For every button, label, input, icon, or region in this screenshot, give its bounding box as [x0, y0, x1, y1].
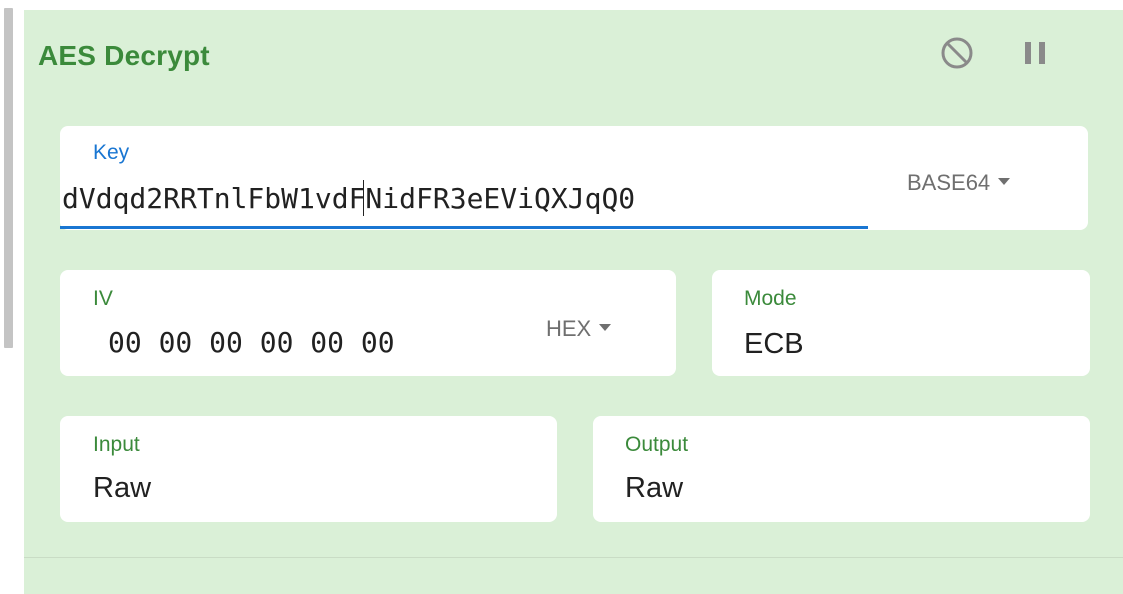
operation-divider: [24, 557, 1123, 558]
iv-format-label: HEX: [546, 316, 592, 341]
input-format-select[interactable]: Raw: [93, 472, 151, 505]
key-input-underline: [60, 226, 868, 229]
key-format-dropdown[interactable]: BASE64: [907, 170, 1011, 196]
output-format-field[interactable]: [593, 416, 1090, 522]
input-label: Input: [93, 433, 140, 456]
chevron-down-icon: [599, 323, 612, 331]
key-label: Key: [93, 141, 130, 164]
operation-title: AES Decrypt: [38, 40, 210, 71]
input-format-field[interactable]: [60, 416, 557, 522]
mode-select[interactable]: ECB: [744, 328, 804, 361]
disable-icon[interactable]: [940, 36, 974, 75]
output-label: Output: [625, 433, 689, 456]
iv-input[interactable]: 00 00 00 00 00 00: [108, 326, 395, 359]
pause-icon[interactable]: [1020, 36, 1054, 75]
output-format-select[interactable]: Raw: [625, 472, 683, 505]
scrollbar[interactable]: [4, 8, 13, 348]
iv-format-dropdown[interactable]: HEX: [546, 316, 612, 342]
mode-label: Mode: [744, 287, 797, 310]
chevron-down-icon: [998, 177, 1011, 185]
key-input[interactable]: dVdqd2RRTnlFbW1vdFNidFR3eEViQXJqQ0: [62, 182, 635, 215]
iv-label: IV: [93, 287, 113, 310]
key-format-label: BASE64: [907, 170, 991, 195]
text-cursor: [363, 180, 364, 216]
recipe-gutter: [0, 0, 22, 594]
